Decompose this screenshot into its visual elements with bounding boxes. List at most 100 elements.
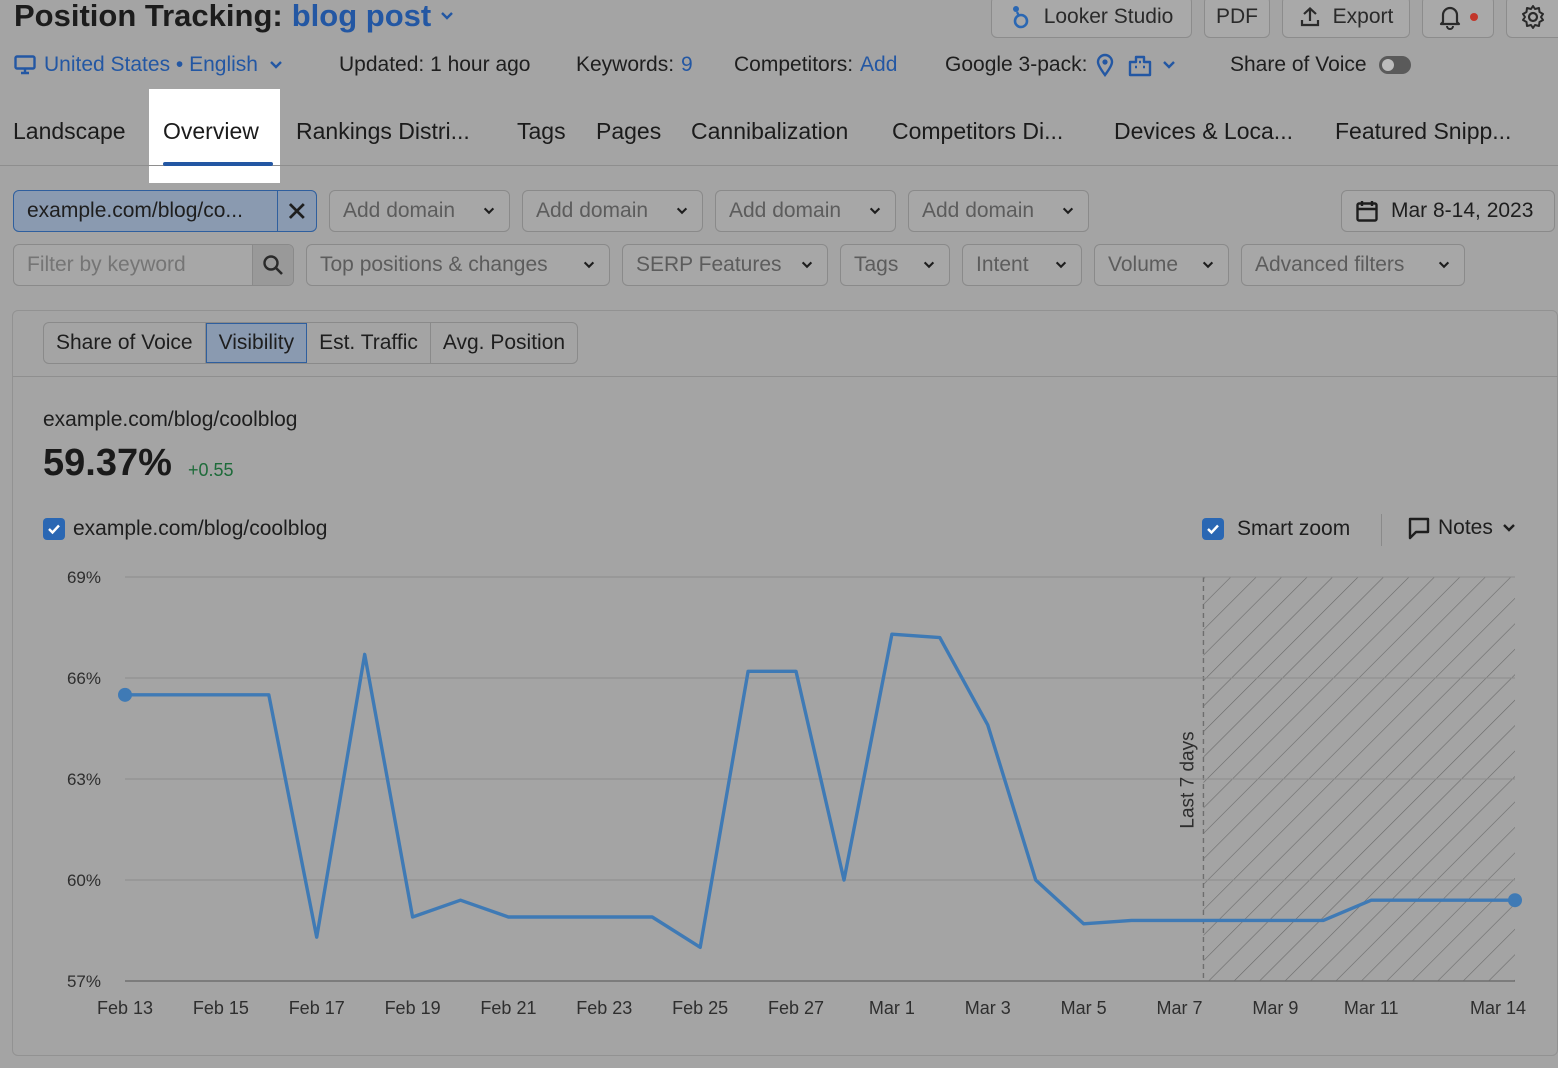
updated-text: Updated: 1 hour ago: [339, 53, 531, 76]
segment-est-traffic[interactable]: Est. Traffic: [307, 323, 431, 363]
tab-featured-snippets[interactable]: Featured Snipp...: [1335, 118, 1511, 145]
competitors-add-link[interactable]: Add: [860, 53, 897, 77]
metric-segmented-control: Share of Voice Visibility Est. Traffic A…: [43, 322, 579, 364]
card-divider: [13, 376, 1558, 377]
tab-pages[interactable]: Pages: [596, 118, 661, 145]
x-tick-label: Feb 13: [97, 998, 153, 1018]
tab-rankings-distribution[interactable]: Rankings Distri...: [296, 118, 470, 145]
map-pin-icon[interactable]: [1095, 53, 1115, 77]
top-positions-dropdown[interactable]: Top positions & changes: [306, 244, 610, 286]
chevron-down-icon: [1438, 261, 1450, 269]
chevron-down-icon: [270, 61, 282, 69]
calendar-icon: [1356, 201, 1378, 222]
domain-chip[interactable]: example.com/blog/co...: [13, 190, 317, 232]
keyword-search-button[interactable]: [252, 245, 293, 285]
x-tick-label: Mar 14: [1470, 998, 1526, 1018]
add-domain-label: Add domain: [729, 199, 842, 222]
date-range-picker[interactable]: Mar 8-14, 2023: [1341, 190, 1555, 232]
tab-overview[interactable]: Overview: [163, 118, 259, 145]
intent-label: Intent: [976, 253, 1029, 276]
notes-dropdown[interactable]: Notes: [1407, 516, 1517, 540]
tab-landscape[interactable]: Landscape: [13, 118, 126, 145]
tab-competitors-discovery[interactable]: Competitors Di...: [892, 118, 1063, 145]
keywords-label: Keywords:: [576, 53, 675, 76]
segment-share-of-voice[interactable]: Share of Voice: [44, 323, 206, 363]
pdf-label: PDF: [1216, 5, 1258, 28]
legend-checkbox[interactable]: [43, 518, 65, 540]
export-button[interactable]: Export: [1282, 0, 1410, 38]
competitors: Competitors: Add: [734, 50, 897, 80]
add-domain-label: Add domain: [343, 199, 456, 222]
y-tick-label: 63%: [67, 770, 101, 789]
last-7-days-label: Last 7 days: [1177, 731, 1198, 828]
y-tick-label: 69%: [67, 568, 101, 587]
intent-dropdown[interactable]: Intent: [962, 244, 1082, 286]
chevron-down-icon[interactable]: [1161, 57, 1177, 73]
location-selector[interactable]: United States • English: [14, 50, 284, 80]
advanced-filters-label: Advanced filters: [1255, 253, 1405, 276]
share-of-voice-toggle[interactable]: [1378, 56, 1411, 74]
advanced-filters-dropdown[interactable]: Advanced filters: [1241, 244, 1465, 286]
domain-chip-label: example.com/blog/co...: [27, 199, 243, 222]
pdf-button[interactable]: PDF: [1204, 0, 1270, 38]
sov-label: Share of Voice: [1230, 53, 1367, 76]
competitors-label: Competitors:: [734, 53, 854, 76]
serp-features-dropdown[interactable]: SERP Features: [622, 244, 828, 286]
keyword-filter: [13, 244, 294, 286]
x-tick-label: Mar 11: [1344, 998, 1399, 1018]
keywords-count-link[interactable]: 9: [681, 53, 693, 77]
tab-active-underline: [163, 162, 273, 166]
add-domain-dropdown-1[interactable]: Add domain: [329, 190, 510, 232]
x-tick-label: Feb 27: [768, 998, 824, 1018]
keywords-count: Keywords: 9: [576, 50, 693, 80]
bell-icon: [1439, 6, 1461, 30]
add-domain-dropdown-3[interactable]: Add domain: [715, 190, 896, 232]
x-tick-label: Feb 15: [193, 998, 249, 1018]
x-tick-label: Mar 5: [1061, 998, 1107, 1018]
segment-visibility[interactable]: Visibility: [205, 323, 308, 363]
tab-cannibalization[interactable]: Cannibalization: [691, 118, 848, 145]
tab-tags[interactable]: Tags: [517, 118, 566, 145]
chevron-down-icon: [869, 207, 881, 215]
notifications-button[interactable]: [1422, 0, 1494, 38]
looker-studio-button[interactable]: Looker Studio: [991, 0, 1192, 38]
smart-zoom-checkbox[interactable]: [1202, 518, 1224, 540]
metric-value: 59.37%: [43, 442, 172, 484]
add-domain-dropdown-2[interactable]: Add domain: [522, 190, 703, 232]
google-3-pack: Google 3-pack:: [945, 50, 1177, 80]
tags-label: Tags: [854, 253, 899, 276]
smart-zoom[interactable]: Smart zoom: [1202, 517, 1350, 541]
smart-zoom-label: Smart zoom: [1237, 517, 1351, 540]
add-domain-dropdown-4[interactable]: Add domain: [908, 190, 1089, 232]
settings-button[interactable]: [1506, 0, 1558, 38]
close-icon[interactable]: [278, 200, 316, 222]
tab-devices-locations[interactable]: Devices & Loca...: [1114, 118, 1293, 145]
tags-dropdown[interactable]: Tags: [840, 244, 950, 286]
x-tick-label: Feb 23: [576, 998, 632, 1018]
x-tick-label: Feb 17: [289, 998, 345, 1018]
y-tick-label: 60%: [67, 871, 101, 890]
notification-dot: [1470, 13, 1478, 21]
google-pack-label: Google 3-pack:: [945, 53, 1088, 76]
legend-item[interactable]: example.com/blog/coolblog: [43, 517, 327, 541]
chevron-down-icon[interactable]: [439, 8, 455, 24]
x-tick-label: Feb 25: [672, 998, 728, 1018]
chevron-down-icon: [676, 207, 688, 215]
gear-icon: [1521, 5, 1544, 29]
segment-avg-position[interactable]: Avg. Position: [431, 323, 577, 363]
chevron-down-icon: [583, 261, 595, 269]
project-selector[interactable]: blog post: [292, 0, 431, 34]
share-of-voice-toggle-row: Share of Voice: [1230, 50, 1411, 80]
chevron-down-icon: [801, 261, 813, 269]
chevron-down-icon: [1055, 261, 1067, 269]
keyword-filter-input[interactable]: [14, 245, 252, 285]
chevron-down-icon: [923, 261, 935, 269]
add-domain-label: Add domain: [922, 199, 1035, 222]
top-positions-label: Top positions & changes: [320, 253, 548, 276]
page-title: Position Tracking: blog post: [14, 0, 455, 34]
looker-studio-icon: [1012, 6, 1029, 29]
checkmark-icon: [1207, 524, 1219, 535]
volume-dropdown[interactable]: Volume: [1094, 244, 1229, 286]
date-range-label: Mar 8-14, 2023: [1391, 199, 1534, 222]
building-icon[interactable]: [1127, 53, 1153, 77]
